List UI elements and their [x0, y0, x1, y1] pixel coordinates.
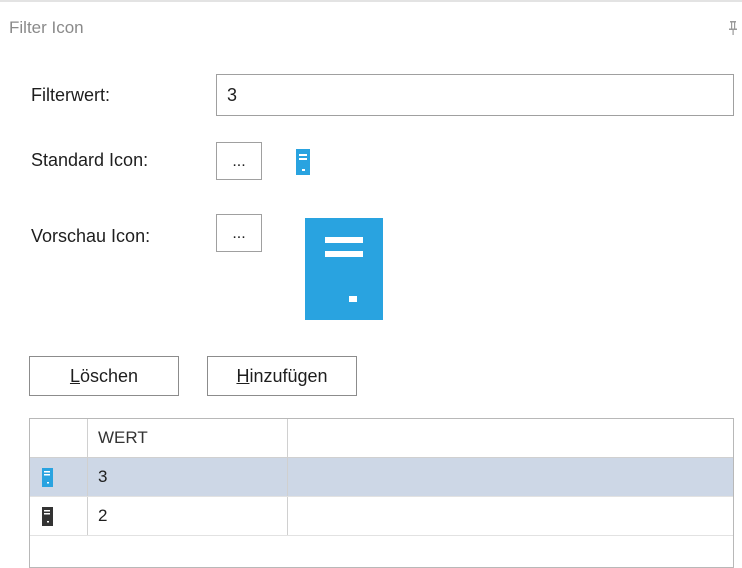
- server-blue-icon: [296, 149, 310, 175]
- grid-header-empty[interactable]: [288, 419, 733, 457]
- row-empty-cell[interactable]: [288, 497, 733, 535]
- row-wert-cell[interactable]: 2: [88, 497, 288, 535]
- server-blue-icon: [42, 468, 53, 487]
- hinzufuegen-button[interactable]: Hinzufügen: [207, 356, 357, 396]
- row-icon-cell[interactable]: [30, 458, 88, 496]
- row-icon-cell[interactable]: [30, 497, 88, 535]
- row-wert-cell[interactable]: 3: [88, 458, 288, 496]
- server-dark-icon: [42, 507, 53, 526]
- pin-icon[interactable]: [728, 20, 738, 36]
- loeschen-button[interactable]: Löschen: [29, 356, 179, 396]
- filter-grid[interactable]: WERT 3 2: [29, 418, 734, 568]
- table-row[interactable]: 2: [30, 497, 733, 536]
- standard-icon-browse-button[interactable]: ...: [216, 142, 262, 180]
- filterwert-label: Filterwert:: [31, 85, 111, 105]
- grid-header-wert[interactable]: WERT: [88, 419, 288, 457]
- hinzufuegen-label: inzufügen: [249, 366, 328, 386]
- hinzufuegen-mnemonic: H: [236, 366, 250, 386]
- loeschen-label: öschen: [79, 366, 139, 386]
- panel-top-border: [0, 0, 742, 4]
- grid-header: WERT: [30, 419, 733, 458]
- grid-header-icon-column[interactable]: [30, 419, 88, 457]
- filterwert-input[interactable]: [216, 74, 734, 116]
- loeschen-mnemonic: L: [69, 366, 80, 386]
- vorschau-icon-label: Vorschau Icon:: [31, 226, 151, 246]
- vorschau-icon-browse-button[interactable]: ...: [216, 214, 262, 252]
- row-empty-cell[interactable]: [288, 458, 733, 496]
- table-row[interactable]: 3: [30, 458, 733, 497]
- server-preview-icon: [305, 218, 383, 320]
- panel-title: Filter Icon: [9, 18, 84, 37]
- standard-icon-label: Standard Icon:: [31, 150, 149, 170]
